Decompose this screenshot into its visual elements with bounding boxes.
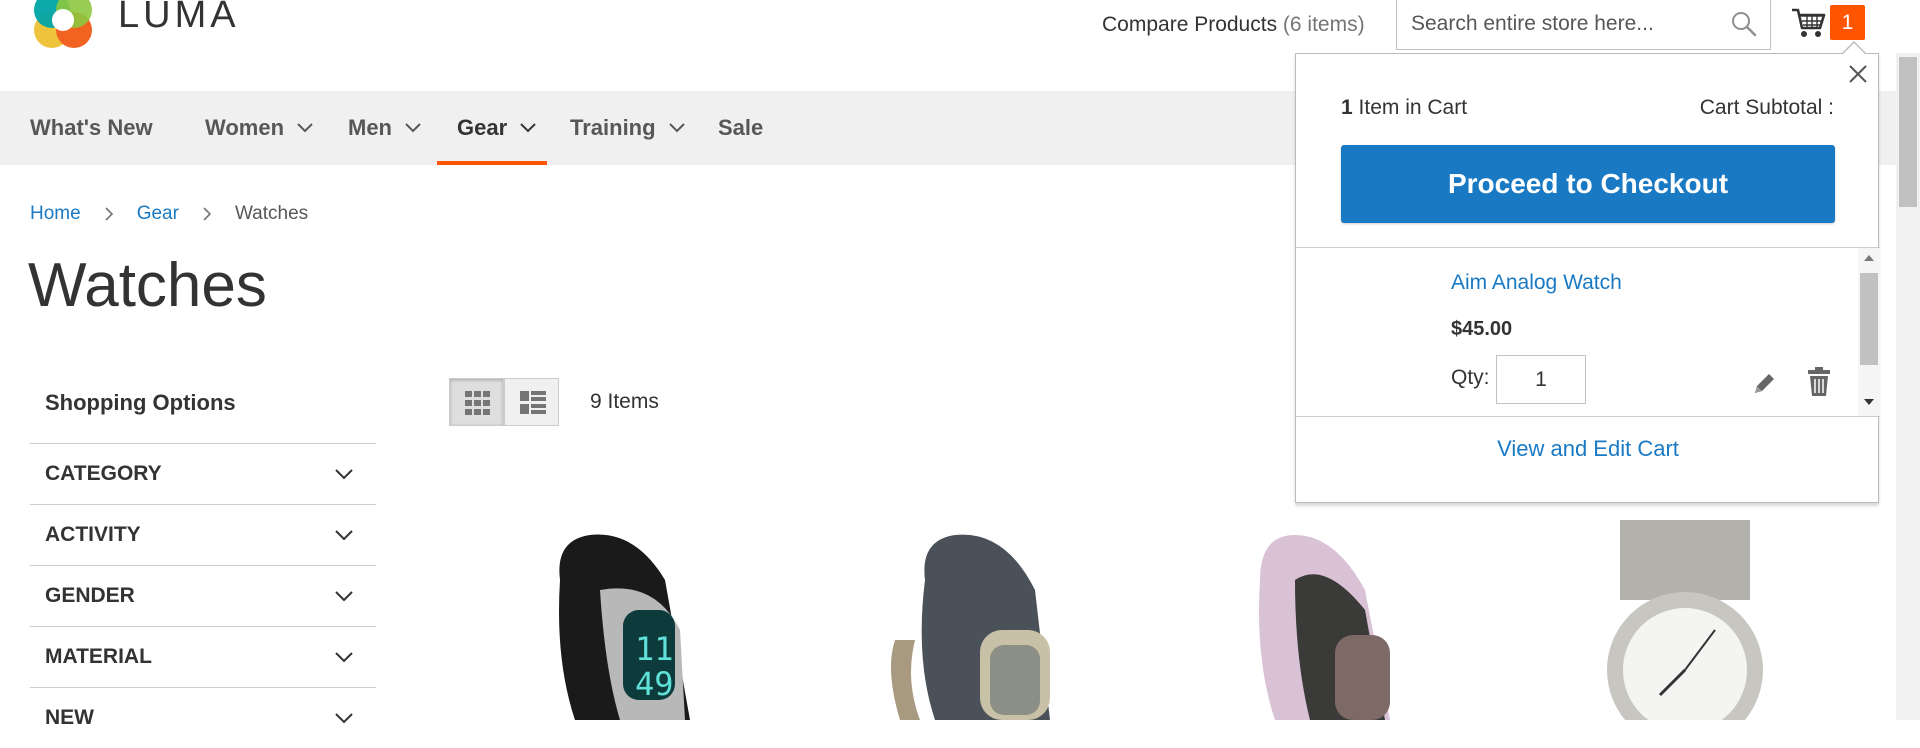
minicart-scrollbar[interactable] [1858,248,1880,416]
chevron-down-icon [668,123,685,133]
nav-label: Gear [457,115,508,140]
scrollbar-thumb[interactable] [1860,273,1878,365]
logo-text[interactable]: LUMA [118,0,240,37]
trash-icon[interactable] [1807,367,1831,397]
product-image[interactable] [865,520,1085,720]
shopping-options-title: Shopping Options [45,390,236,415]
luma-logo-icon[interactable] [30,0,96,54]
cart-subtotal-label: Cart Subtotal : [1699,96,1834,119]
cart-count-suffix: Item in Cart [1358,96,1468,119]
nav-label: What's New [30,115,153,140]
scroll-up-arrow-icon[interactable] [1864,254,1874,262]
list-view-button[interactable] [504,378,559,426]
search-box [1396,0,1771,50]
edit-pencil-icon[interactable] [1751,371,1777,397]
nav-item-women[interactable]: Women [205,91,314,165]
nav-label: Men [348,115,392,140]
compare-count: (6 items) [1282,13,1365,36]
proceed-to-checkout-button[interactable]: Proceed to Checkout [1341,145,1835,223]
nav-label: Training [570,115,656,140]
nav-item-training[interactable]: Training [570,91,686,165]
close-icon[interactable] [1846,62,1870,86]
product-image[interactable] [1215,520,1435,720]
filter-label: GENDER [45,584,135,607]
list-icon [520,391,546,414]
nav-item-men[interactable]: Men [348,91,422,165]
product-image[interactable]: 11 49 [515,520,735,720]
cart-item-name-link[interactable]: Aim Analog Watch [1451,271,1622,295]
nav-item-gear[interactable]: Gear [436,91,548,165]
breadcrumb-home-link[interactable]: Home [30,203,81,225]
breadcrumb-gear-link[interactable]: Gear [137,203,179,225]
cart-icon[interactable] [1790,6,1826,40]
compare-label: Compare Products [1102,13,1278,36]
chevron-right-icon [105,207,113,221]
chevron-down-icon [405,123,421,133]
filter-category[interactable]: CATEGORY [30,443,376,504]
filter-new[interactable]: NEW [30,687,376,748]
compare-products-link[interactable]: Compare Products (6 items) [1102,13,1365,37]
filter-activity[interactable]: ACTIVITY [30,504,376,565]
chevron-down-icon [297,123,313,133]
page-title: Watches [28,251,267,320]
cart-item-qty-input[interactable] [1496,355,1586,404]
chevron-down-icon [520,123,536,133]
nav-label: Sale [718,115,764,140]
chevron-down-icon [335,469,353,480]
breadcrumb-current: Watches [234,203,309,224]
view-and-edit-cart-link[interactable]: View and Edit Cart [1296,436,1880,462]
grid-icon [465,391,490,415]
cart-item-qty-label: Qty: [1451,366,1490,389]
search-input[interactable] [1411,6,1731,42]
nav-item-whats-new[interactable]: What's New [30,91,153,165]
nav-item-sale[interactable]: Sale [718,91,763,165]
filter-gender[interactable]: GENDER [30,565,376,626]
chevron-down-icon [335,591,353,602]
chevron-right-icon [203,207,212,221]
chevron-down-icon [335,530,353,541]
filter-label: ACTIVITY [45,523,141,546]
chevron-down-icon [335,652,353,663]
product-image[interactable] [1575,520,1795,720]
page-scrollbar[interactable] [1896,53,1920,720]
minicart-item-count: 1 Item in Cart [1341,96,1467,120]
svg-text:49: 49 [635,665,674,703]
filter-label: CATEGORY [45,462,162,485]
nav-label: Women [205,115,285,140]
svg-text:11: 11 [635,630,674,668]
filter-list: CATEGORY ACTIVITY GENDER MATERIAL NEW [30,443,376,748]
minicart-dropdown: 1 Item in Cart Cart Subtotal : Proceed t… [1295,41,1880,503]
scroll-down-arrow-icon[interactable] [1864,398,1874,406]
filter-label: MATERIAL [45,645,152,668]
cart-count-badge[interactable]: 1 [1830,5,1865,40]
minicart-items-list: Aim Analog Watch $45.00 Qty: [1296,247,1880,417]
chevron-down-icon [335,713,353,724]
search-icon[interactable] [1730,10,1758,38]
breadcrumb: Home Gear Watches [30,203,308,225]
grid-view-button[interactable] [449,378,504,426]
items-count: 9 Items [590,390,659,413]
filter-material[interactable]: MATERIAL [30,626,376,687]
page-scrollbar-thumb[interactable] [1899,57,1917,207]
cart-count-number: 1 [1341,96,1353,119]
filter-label: NEW [45,706,94,729]
cart-item-price: $45.00 [1451,318,1513,340]
